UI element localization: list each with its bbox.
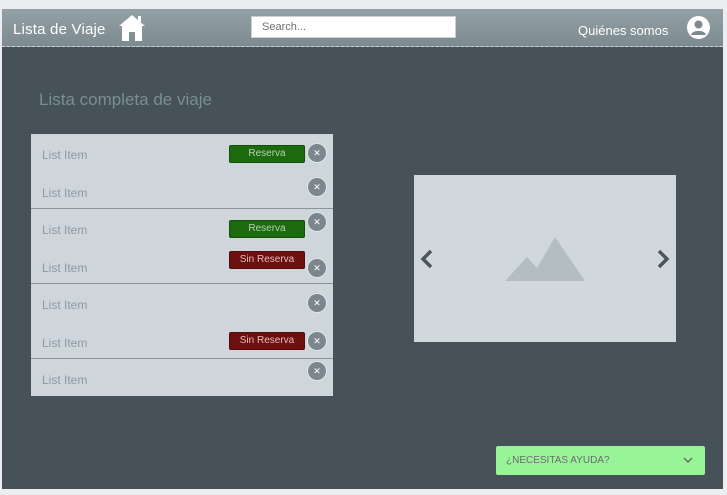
page-title: Lista completa de viaje bbox=[39, 90, 212, 109]
app-frame: Lista de Viaje Quiénes somos Lista compl… bbox=[2, 9, 723, 489]
chevron-right-icon[interactable] bbox=[655, 249, 671, 269]
search-input[interactable] bbox=[251, 16, 456, 38]
list-item[interactable]: List Item Sin Reserva ✕ bbox=[31, 247, 333, 285]
list-item-label: List Item bbox=[42, 298, 88, 312]
close-icon[interactable]: ✕ bbox=[308, 294, 326, 312]
chevron-down-icon bbox=[683, 457, 693, 464]
app-title[interactable]: Lista de Viaje bbox=[13, 21, 106, 38]
help-button[interactable]: ¿NECESITAS AYUDA? bbox=[496, 446, 705, 475]
list-item[interactable]: List Item ✕ bbox=[31, 172, 333, 210]
image-placeholder-icon bbox=[505, 237, 585, 281]
list-item-label: List Item bbox=[42, 223, 88, 237]
top-navigation-bar: Lista de Viaje Quiénes somos bbox=[2, 9, 723, 47]
help-label: ¿NECESITAS AYUDA? bbox=[506, 455, 610, 466]
about-link[interactable]: Quiénes somos bbox=[578, 23, 668, 38]
close-icon[interactable]: ✕ bbox=[308, 213, 326, 231]
close-icon[interactable]: ✕ bbox=[308, 362, 326, 380]
list-item[interactable]: List Item Reserva ✕ bbox=[31, 134, 333, 172]
list-group: List Item ✕ List Item Sin Reserva ✕ bbox=[31, 284, 333, 359]
user-avatar-icon[interactable] bbox=[687, 16, 710, 39]
close-icon[interactable]: ✕ bbox=[308, 177, 326, 196]
list-group: List Item Reserva ✕ List Item ✕ bbox=[31, 134, 333, 209]
status-badge[interactable]: Sin Reserva bbox=[229, 250, 305, 269]
close-icon[interactable]: ✕ bbox=[308, 331, 326, 350]
list-item-label: List Item bbox=[42, 148, 88, 162]
list-item[interactable]: List Item ✕ bbox=[31, 359, 333, 397]
status-badge[interactable]: Reserva bbox=[229, 145, 305, 163]
list-item-label: List Item bbox=[42, 185, 88, 200]
list-item[interactable]: List Item Reserva ✕ bbox=[31, 209, 333, 247]
list-group: List Item ✕ bbox=[31, 359, 333, 434]
list-item-label: List Item bbox=[42, 373, 88, 387]
status-badge[interactable]: Reserva bbox=[229, 220, 305, 238]
list-group: List Item Reserva ✕ List Item Sin Reserv… bbox=[31, 209, 333, 284]
list-item-label: List Item bbox=[42, 260, 88, 275]
chevron-left-icon[interactable] bbox=[419, 249, 435, 269]
close-icon[interactable]: ✕ bbox=[308, 258, 326, 277]
list-item[interactable]: List Item Sin Reserva ✕ bbox=[31, 322, 333, 360]
travel-list: List Item Reserva ✕ List Item ✕ List Ite… bbox=[31, 134, 333, 396]
close-icon[interactable]: ✕ bbox=[308, 144, 326, 162]
image-carousel[interactable] bbox=[414, 175, 676, 342]
home-icon[interactable] bbox=[116, 11, 148, 43]
list-item[interactable]: List Item ✕ bbox=[31, 284, 333, 322]
list-item-label: List Item bbox=[42, 335, 88, 350]
status-badge[interactable]: Sin Reserva bbox=[229, 331, 305, 350]
